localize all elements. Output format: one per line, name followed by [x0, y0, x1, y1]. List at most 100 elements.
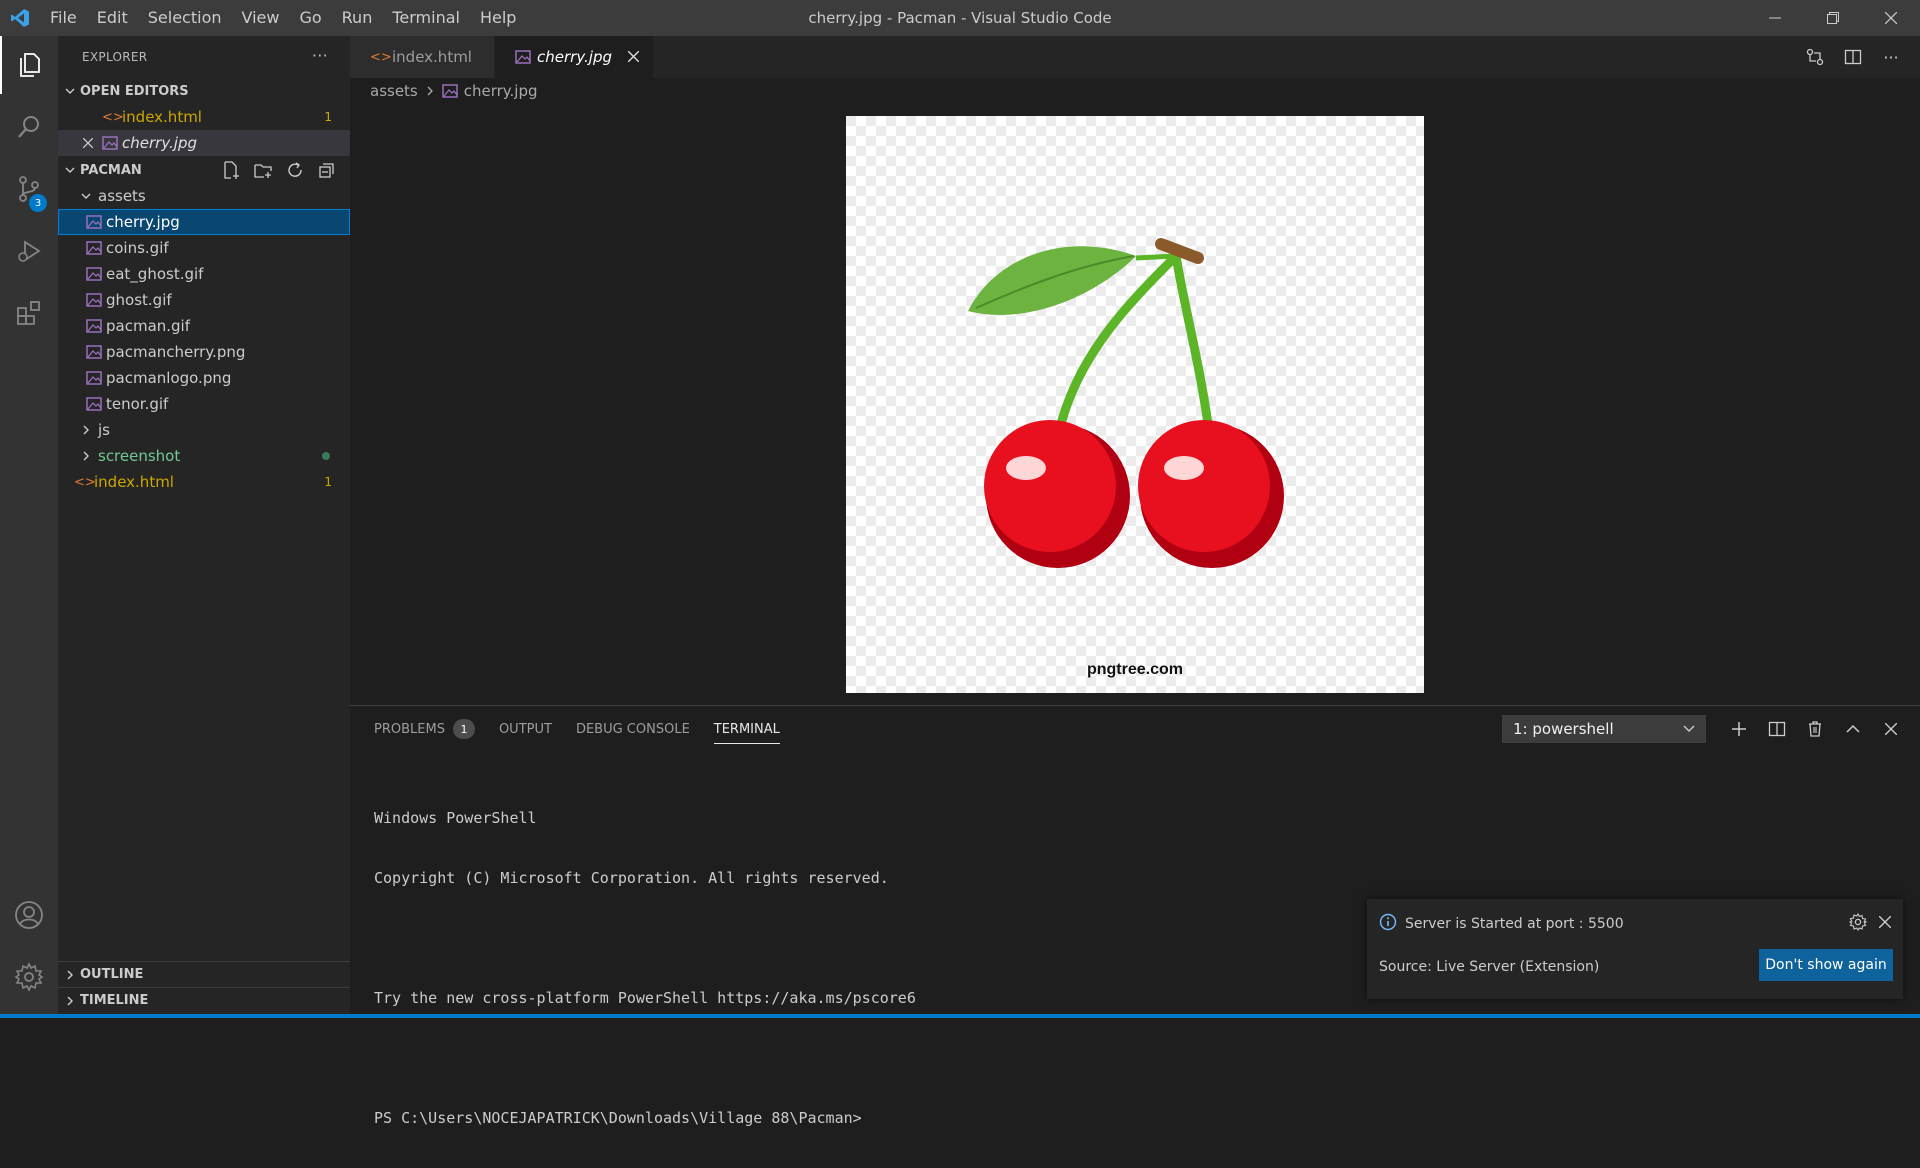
terminal-line: ​: [374, 1048, 916, 1068]
file-label: eat_ghost.gif: [106, 265, 204, 283]
menu-edit[interactable]: Edit: [87, 0, 138, 36]
watermark-text: pngtree.com: [1087, 661, 1183, 678]
terminal-line: Windows PowerShell: [374, 809, 537, 827]
chevron-right-icon: [426, 82, 434, 100]
open-editors-label: OPEN EDITORS: [80, 83, 189, 99]
html-file-icon: <>: [102, 109, 124, 125]
folder-screenshot[interactable]: screenshot: [58, 443, 350, 469]
image-preview: pngtree.com: [846, 116, 1424, 693]
close-notification-icon[interactable]: [1878, 913, 1892, 935]
terminal-select[interactable]: 1: powershell: [1502, 715, 1706, 743]
chevron-down-icon: [78, 191, 94, 201]
file-label: pacman.gif: [106, 317, 191, 335]
menu-help[interactable]: Help: [470, 0, 526, 36]
collapse-all-icon[interactable]: [318, 161, 336, 183]
tab-debug-console[interactable]: DEBUG CONSOLE: [576, 706, 690, 752]
cherry-image: pngtree.com: [846, 116, 1424, 693]
settings-gear-icon[interactable]: [0, 948, 58, 1006]
open-editor-index-html[interactable]: <> index.html 1: [58, 104, 350, 130]
file-label: index.html: [94, 473, 174, 491]
menu-file[interactable]: File: [40, 0, 87, 36]
refresh-icon[interactable]: [286, 161, 304, 183]
tab-index-html[interactable]: <> index.html: [350, 36, 495, 78]
close-window-icon[interactable]: [1862, 0, 1920, 36]
extensions-icon[interactable]: [0, 284, 58, 342]
file-coins-gif[interactable]: coins.gif: [58, 235, 350, 261]
menu-run[interactable]: Run: [332, 0, 383, 36]
editor-tabs: <> index.html cherry.jpg ···: [350, 36, 1920, 78]
tab-problems[interactable]: PROBLEMS 1: [374, 706, 475, 752]
open-editor-cherry-jpg[interactable]: cherry.jpg: [58, 130, 350, 156]
folder-label: js: [98, 421, 110, 439]
split-terminal-icon[interactable]: [1758, 720, 1796, 738]
terminal-line: Try the new cross-platform PowerShell ht…: [374, 989, 916, 1007]
open-changes-icon[interactable]: [1796, 48, 1834, 66]
tab-output[interactable]: OUTPUT: [499, 706, 552, 752]
file-ghost-gif[interactable]: ghost.gif: [58, 287, 350, 313]
image-file-icon: [86, 319, 102, 333]
more-actions-icon[interactable]: ···: [1872, 48, 1910, 67]
terminal-output[interactable]: Windows PowerShell Copyright (C) Microso…: [374, 768, 916, 1168]
split-editor-icon[interactable]: [1834, 48, 1872, 66]
menu-go[interactable]: Go: [289, 0, 331, 36]
file-pacman-gif[interactable]: pacman.gif: [58, 313, 350, 339]
account-icon[interactable]: [0, 886, 58, 944]
chevron-down-icon: [60, 86, 80, 96]
chevron-right-icon: [60, 970, 80, 980]
timeline-label: TIMELINE: [80, 993, 149, 1008]
menu-selection[interactable]: Selection: [138, 0, 232, 36]
menu-terminal[interactable]: Terminal: [382, 0, 470, 36]
tab-label: index.html: [392, 48, 472, 66]
new-terminal-icon[interactable]: [1720, 721, 1758, 737]
image-file-icon: [86, 241, 102, 255]
new-folder-icon[interactable]: [254, 161, 272, 183]
explorer-icon[interactable]: [0, 36, 58, 94]
file-pacmancherry-png[interactable]: pacmancherry.png: [58, 339, 350, 365]
run-debug-icon[interactable]: [0, 222, 58, 280]
tab-cherry-jpg[interactable]: cherry.jpg: [495, 36, 655, 78]
untracked-dot: [322, 452, 330, 460]
file-label: pacmancherry.png: [106, 343, 246, 361]
image-file-icon: [86, 397, 102, 411]
breadcrumb-file[interactable]: cherry.jpg: [464, 82, 538, 100]
notification-source: Source: Live Server (Extension): [1379, 959, 1600, 975]
close-panel-icon[interactable]: [1872, 723, 1910, 735]
outline-label: OUTLINE: [80, 967, 144, 982]
search-icon[interactable]: [0, 98, 58, 156]
problems-label: PROBLEMS: [374, 721, 445, 737]
folder-js[interactable]: js: [58, 417, 350, 443]
menu-view[interactable]: View: [232, 0, 290, 36]
tab-terminal[interactable]: TERMINAL: [713, 706, 781, 752]
file-eat-ghost-gif[interactable]: eat_ghost.gif: [58, 261, 350, 287]
folder-label: screenshot: [98, 447, 181, 465]
open-editor-label: cherry.jpg: [122, 134, 198, 152]
close-tab-icon[interactable]: [627, 48, 640, 66]
activity-bar: 3: [0, 36, 58, 1014]
minimize-icon[interactable]: [1746, 0, 1804, 36]
file-label: coins.gif: [106, 239, 169, 257]
folder-assets[interactable]: assets: [58, 183, 350, 209]
new-file-icon[interactable]: [222, 161, 240, 183]
breadcrumb-folder[interactable]: assets: [370, 82, 418, 100]
status-bar: [0, 1014, 1920, 1018]
restore-icon[interactable]: [1804, 0, 1862, 36]
dont-show-again-button[interactable]: Don't show again: [1759, 949, 1893, 981]
outline-section[interactable]: OUTLINE: [58, 961, 350, 987]
file-cherry-jpg[interactable]: cherry.jpg: [58, 209, 350, 235]
close-editor-icon[interactable]: [80, 138, 96, 148]
notification-settings-gear-icon[interactable]: [1848, 912, 1868, 935]
timeline-section[interactable]: TIMELINE: [58, 987, 350, 1013]
open-editors-header[interactable]: OPEN EDITORS: [58, 78, 350, 104]
trash-icon[interactable]: [1796, 720, 1834, 738]
open-editor-label: index.html: [122, 108, 202, 126]
maximize-panel-icon[interactable]: [1834, 724, 1872, 734]
file-tenor-gif[interactable]: tenor.gif: [58, 391, 350, 417]
terminal-prompt: PS C:\Users\NOCEJAPATRICK\Downloads\Vill…: [374, 1109, 862, 1127]
file-index-html[interactable]: <> index.html 1: [58, 469, 350, 495]
pacman-folder-header[interactable]: PACMAN: [58, 157, 350, 183]
more-actions-icon[interactable]: ···: [312, 46, 328, 65]
file-pacmanlogo-png[interactable]: pacmanlogo.png: [58, 365, 350, 391]
source-control-icon[interactable]: 3: [0, 160, 58, 218]
problem-count: 1: [324, 475, 332, 489]
problem-count: 1: [324, 110, 332, 124]
